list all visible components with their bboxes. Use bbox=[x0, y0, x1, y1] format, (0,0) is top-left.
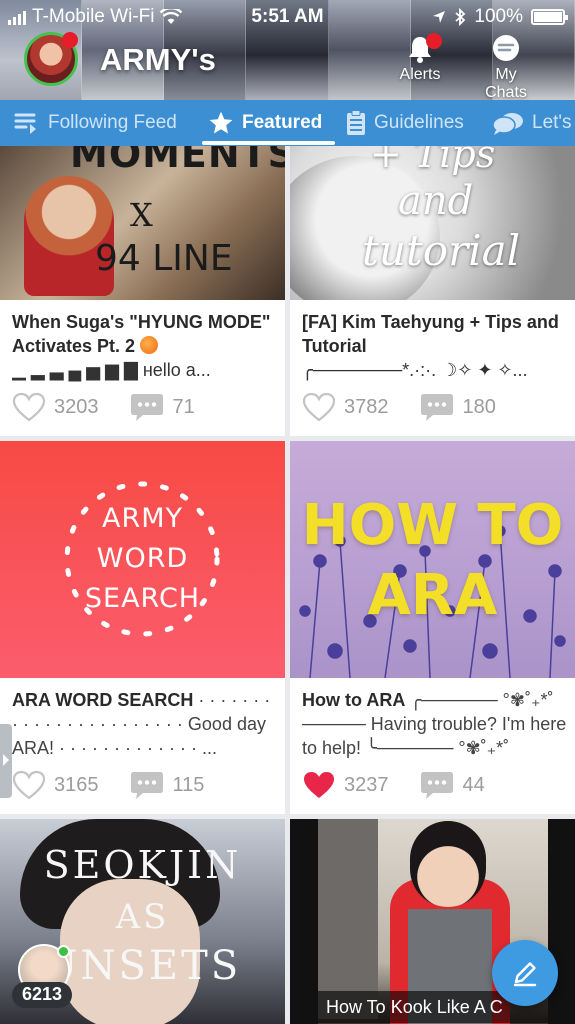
tab-bar: Following Feed Featured Guidelines Let's bbox=[0, 100, 575, 146]
my-chats-label: My Chats bbox=[485, 66, 527, 100]
thumbnail-text: ARA bbox=[367, 563, 498, 628]
post-title[interactable]: ARA WORD SEARCH · · · · · · · · · · · · … bbox=[12, 688, 280, 760]
status-bar: T-Mobile Wi-Fi 5:51 AM 100% bbox=[0, 0, 575, 32]
featured-page: T-Mobile Wi-Fi 5:51 AM 100% ARMY's Alert… bbox=[0, 0, 575, 1024]
tab-lets-label: Let's bbox=[532, 112, 572, 133]
thumbnail-text: MOMENTS bbox=[70, 146, 285, 176]
tab-following-feed[interactable]: Following Feed bbox=[14, 100, 177, 146]
post-stats: 3782 180 bbox=[302, 390, 496, 424]
battery-percent: 100% bbox=[474, 6, 523, 27]
post-stats: 3165 115 bbox=[12, 768, 204, 802]
thumbnail-text: tutorial bbox=[362, 226, 521, 275]
avatar-notification-dot bbox=[62, 32, 78, 48]
comment-icon bbox=[130, 772, 163, 799]
bluetooth-icon bbox=[455, 8, 466, 26]
heart-outline-icon bbox=[12, 392, 46, 422]
thumbnail-text: and bbox=[398, 178, 474, 224]
like-count: 3165 bbox=[54, 773, 99, 796]
alerts-label: Alerts bbox=[399, 66, 441, 83]
post-stats: 3203 71 bbox=[12, 390, 195, 424]
post-title[interactable]: When Suga's "HYUNG MODE" Activates Pt. 2 bbox=[12, 310, 280, 358]
post-title[interactable]: How to ARA ╭────── °✾˚₊*˚ ───── Having t… bbox=[302, 688, 570, 760]
comment-button[interactable]: 71 bbox=[129, 392, 195, 422]
comment-icon bbox=[420, 394, 453, 421]
online-status-dot bbox=[57, 945, 70, 958]
battery-icon bbox=[531, 9, 568, 25]
thumbnail-text: SEOKJIN bbox=[43, 843, 242, 887]
orange-emoji-icon bbox=[140, 336, 159, 354]
chat-bubble-icon bbox=[493, 35, 519, 61]
thumbnail-text: ARMY bbox=[101, 503, 184, 534]
comment-icon bbox=[420, 772, 453, 799]
comment-button[interactable]: 44 bbox=[419, 770, 485, 800]
heart-outline-icon bbox=[302, 392, 336, 422]
like-count: 3237 bbox=[344, 773, 389, 796]
heart-outline-icon bbox=[12, 770, 46, 800]
pencil-icon bbox=[513, 962, 537, 987]
like-button[interactable]: 3203 bbox=[12, 392, 99, 422]
thumbnail-text: WORD bbox=[96, 543, 189, 574]
my-chats-button[interactable]: My Chats bbox=[474, 34, 538, 100]
comment-count: 115 bbox=[172, 773, 205, 796]
post-thumbnail[interactable]: MOMENTS X 94 LINE bbox=[0, 146, 285, 300]
thumbnail-text: AS bbox=[115, 897, 170, 937]
post-title-text: How to ARA bbox=[302, 690, 406, 710]
post-card[interactable]: ARMY WORD SEARCH ARA WORD SEARCH · · · ·… bbox=[0, 441, 285, 814]
comment-icon bbox=[130, 394, 163, 421]
community-header: T-Mobile Wi-Fi 5:51 AM 100% ARMY's Alert… bbox=[0, 0, 575, 100]
feed-icon bbox=[14, 113, 36, 134]
post-snippet: ▁ ▂ ▃ ▄ ▅ ▆ ▇ нello a... bbox=[12, 360, 211, 380]
post-title-text: ARA WORD SEARCH bbox=[12, 690, 194, 710]
thumbnail-text: + Tips bbox=[370, 146, 496, 176]
active-tab-indicator bbox=[202, 141, 335, 145]
location-arrow-icon bbox=[433, 11, 446, 23]
comment-count: 71 bbox=[172, 395, 195, 418]
tab-guidelines[interactable]: Guidelines bbox=[346, 100, 464, 146]
comment-button[interactable]: 115 bbox=[129, 770, 205, 800]
like-button[interactable]: 3165 bbox=[12, 770, 99, 800]
post-card[interactable]: + Tips and tutorial [FA] Kim Taehyung + … bbox=[290, 146, 575, 436]
alerts-notification-dot bbox=[426, 33, 442, 49]
post-thumbnail[interactable]: ARMY WORD SEARCH bbox=[0, 441, 285, 678]
tab-featured-label: Featured bbox=[242, 112, 323, 133]
like-count: 3782 bbox=[344, 395, 389, 418]
community-title: ARMY's bbox=[100, 42, 216, 77]
post-stats: 3237 44 bbox=[302, 768, 485, 802]
post-card[interactable]: MOMENTS X 94 LINE When Suga's "HYUNG MOD… bbox=[0, 146, 285, 436]
post-title[interactable]: [FA] Kim Taehyung + Tips and Tutorial bbox=[302, 310, 570, 358]
online-members-count[interactable]: 6213 bbox=[12, 982, 72, 1008]
comment-count: 44 bbox=[462, 773, 485, 796]
post-title-text: [FA] Kim Taehyung + Tips and Tutorial bbox=[302, 312, 559, 356]
comment-button[interactable]: 180 bbox=[419, 392, 496, 422]
thumbnail-text: 94 LINE bbox=[95, 238, 233, 279]
tab-featured[interactable]: Featured bbox=[208, 100, 322, 146]
thumbnail-text: SEARCH bbox=[84, 583, 201, 614]
post-card[interactable]: HOW TO ARA How to ARA ╭────── °✾˚₊*˚ ───… bbox=[290, 441, 575, 814]
comment-count: 180 bbox=[462, 395, 496, 418]
like-button[interactable]: 3237 bbox=[302, 770, 389, 800]
thumbnail-text: HOW TO bbox=[301, 493, 564, 558]
featured-grid: MOMENTS X 94 LINE When Suga's "HYUNG MOD… bbox=[0, 146, 575, 1024]
heart-filled-icon bbox=[304, 772, 334, 798]
post-thumbnail[interactable]: HOW TO ARA bbox=[290, 441, 575, 678]
chat-bubbles-icon bbox=[492, 113, 523, 135]
compose-button[interactable] bbox=[492, 940, 558, 1006]
tab-following-feed-label: Following Feed bbox=[48, 112, 177, 133]
post-thumbnail[interactable]: + Tips and tutorial bbox=[290, 146, 575, 300]
like-count: 3203 bbox=[54, 395, 99, 418]
clipboard-icon bbox=[347, 110, 365, 135]
alerts-button[interactable]: Alerts bbox=[388, 34, 452, 84]
tab-lets[interactable]: Let's bbox=[492, 100, 572, 146]
like-button[interactable]: 3782 bbox=[302, 392, 389, 422]
star-icon bbox=[209, 111, 233, 134]
thumbnail-text: X bbox=[130, 196, 153, 234]
tab-guidelines-label: Guidelines bbox=[374, 112, 464, 133]
side-drawer-handle[interactable] bbox=[0, 724, 12, 798]
post-snippet: ╭───────*.·:·. ☽✧ ✦ ✧... bbox=[302, 360, 528, 380]
